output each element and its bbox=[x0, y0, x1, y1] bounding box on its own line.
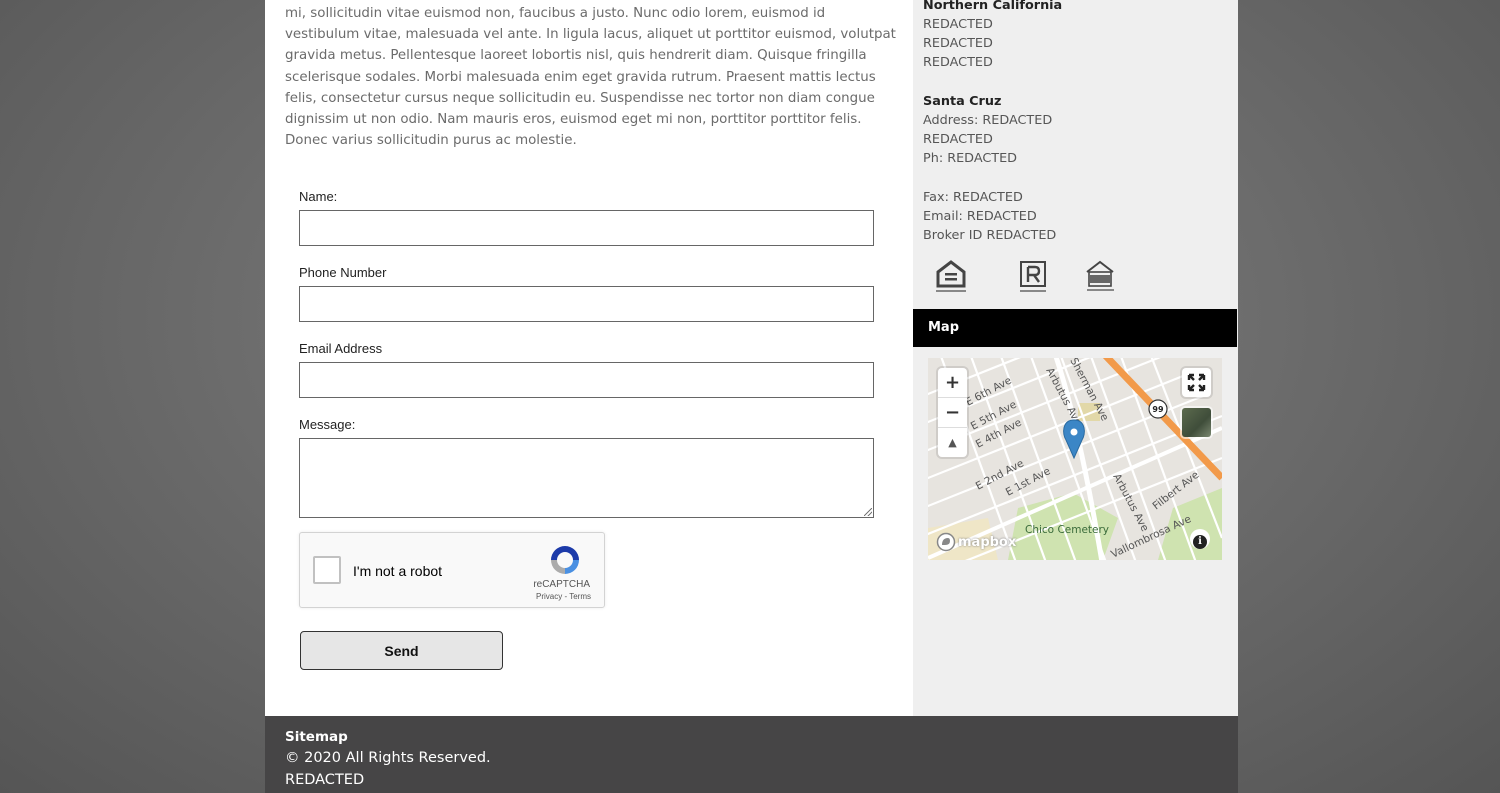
message-field[interactable] bbox=[299, 438, 874, 518]
page-container: mi, sollicitudin vitae euismod non, fauc… bbox=[265, 0, 1238, 793]
office1-line: REDACTED bbox=[923, 36, 993, 51]
map-info-button[interactable]: i bbox=[1190, 529, 1210, 549]
zoom-out-button[interactable]: − bbox=[938, 398, 967, 428]
sidebar: Northern California REDACTED REDACTED RE… bbox=[913, 0, 1238, 716]
copyright-text: © 2020 All Rights Reserved. bbox=[285, 750, 491, 766]
poi-label: Chico Cemetery bbox=[1025, 524, 1109, 536]
footer: Sitemap © 2020 All Rights Reserved. REDA… bbox=[265, 716, 1238, 793]
mapbox-attribution-label: mapbox bbox=[958, 534, 1017, 550]
compass-button[interactable]: ▲ bbox=[938, 428, 967, 457]
office1-title: Northern California bbox=[923, 0, 1063, 13]
affiliation-logos bbox=[936, 260, 1114, 292]
map-widget[interactable]: 99 E 6th Ave E 5th Ave E 4th Ave E 2nd A… bbox=[928, 358, 1222, 560]
office1-line: REDACTED bbox=[923, 17, 993, 32]
mapbox-attribution[interactable]: mapbox bbox=[936, 532, 1016, 552]
info-icon: i bbox=[1193, 535, 1207, 549]
recaptcha-logo-icon bbox=[551, 546, 579, 574]
map-header: Map bbox=[913, 309, 1237, 347]
realtor-logo bbox=[1020, 261, 1046, 292]
email-field[interactable] bbox=[299, 362, 874, 398]
office1-line: REDACTED bbox=[923, 55, 993, 70]
intro-paragraph: mi, sollicitudin vitae euismod non, fauc… bbox=[285, 6, 896, 149]
office2-address: Address: REDACTED bbox=[923, 113, 1053, 128]
company-name: REDACTED bbox=[285, 772, 365, 788]
zoom-in-button[interactable]: + bbox=[938, 368, 967, 398]
name-field[interactable] bbox=[299, 210, 874, 246]
recaptcha-links[interactable]: Privacy - Terms bbox=[536, 592, 591, 601]
fullscreen-icon bbox=[1187, 373, 1206, 392]
main-content: mi, sollicitudin vitae euismod non, fauc… bbox=[265, 0, 913, 716]
send-button[interactable]: Send bbox=[300, 631, 503, 670]
satellite-toggle-button[interactable] bbox=[1182, 408, 1211, 437]
recaptcha-checkbox[interactable] bbox=[313, 556, 341, 584]
map-canvas[interactable]: 99 E 6th Ave E 5th Ave E 4th Ave E 2nd A… bbox=[928, 358, 1222, 560]
resize-handle-icon[interactable] bbox=[864, 508, 872, 516]
highway-shield-label: 99 bbox=[1152, 405, 1164, 414]
mapbox-logo-icon bbox=[936, 532, 956, 552]
name-label: Name: bbox=[299, 189, 338, 204]
location-pin-dot bbox=[1070, 428, 1078, 436]
phone-field[interactable] bbox=[299, 286, 874, 322]
equal-housing-opportunity-logo bbox=[936, 260, 966, 292]
map-title: Map bbox=[928, 320, 960, 335]
email: Email: REDACTED bbox=[923, 209, 1037, 224]
sitemap-link[interactable]: Sitemap bbox=[285, 729, 348, 745]
recaptcha-widget: I'm not a robot reCAPTCHA Privacy - Term… bbox=[299, 532, 605, 608]
fax: Fax: REDACTED bbox=[923, 190, 1023, 205]
email-label: Email Address bbox=[299, 341, 383, 356]
phone-label: Phone Number bbox=[299, 265, 387, 280]
broker-id: Broker ID REDACTED bbox=[923, 228, 1057, 243]
recaptcha-label: I'm not a robot bbox=[353, 563, 443, 579]
office2-title: Santa Cruz bbox=[923, 94, 1002, 109]
message-label: Message: bbox=[299, 417, 356, 432]
office2-phone: Ph: REDACTED bbox=[923, 151, 1018, 166]
map-zoom-controls: + − ▲ bbox=[938, 368, 967, 457]
office2-line: REDACTED bbox=[923, 132, 993, 147]
fullscreen-button[interactable] bbox=[1182, 368, 1211, 397]
recaptcha-brand: reCAPTCHA bbox=[533, 579, 590, 590]
narpm-logo bbox=[1086, 260, 1114, 291]
